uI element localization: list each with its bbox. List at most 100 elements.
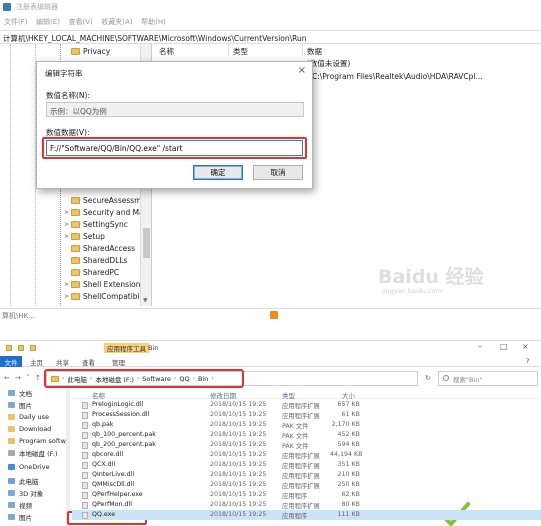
sidebar-item[interactable]: Program softw xyxy=(8,436,66,446)
menu-help[interactable]: 帮助(H) xyxy=(141,17,166,27)
file-type: 应用程序扩展 xyxy=(282,483,320,490)
column-header-type[interactable]: 类型 xyxy=(282,390,295,400)
tree-item-label: SettingSync xyxy=(83,219,128,229)
folder-icon[interactable] xyxy=(18,345,24,351)
file-size: 452 KB xyxy=(337,431,360,438)
folder-icon xyxy=(71,196,80,204)
sidebar-item[interactable]: OneDrive xyxy=(8,462,50,472)
tree-item-setup[interactable]: > Setup xyxy=(64,230,105,242)
close-icon[interactable]: × xyxy=(522,342,529,351)
folder-icon xyxy=(71,244,80,252)
menu-view[interactable]: 查看(V) xyxy=(68,17,92,27)
registry-titlebar: 注册表编辑器 xyxy=(0,0,541,14)
ok-button[interactable]: 确定 xyxy=(193,165,243,180)
sidebar-item[interactable]: 视频 xyxy=(8,500,32,510)
table-row[interactable]: ProcessSession.dll 2018/10/15 19:25 应用程序扩展… xyxy=(72,410,541,420)
file-size: 80 KB xyxy=(341,501,360,508)
ribbon-tab-file[interactable]: 文件 xyxy=(0,356,22,367)
menu-edit[interactable]: 编辑(E) xyxy=(36,17,60,27)
table-row[interactable]: QPerfHelper.exe 2018/10/15 19:25 应用程序 62 KB xyxy=(72,490,541,500)
folder-icon xyxy=(71,47,80,55)
maximize-icon[interactable]: □ xyxy=(500,342,508,351)
registry-address-bar[interactable]: 计算机\HKEY_LOCAL_MACHINE\SOFTWARE\Microsof… xyxy=(0,30,541,44)
table-row[interactable]: QInterLive.dll 2018/10/15 19:25 应用程序扩展 210 … xyxy=(72,470,541,480)
tree-expand-icon[interactable]: > xyxy=(64,293,69,300)
column-header-data[interactable]: 数据 xyxy=(307,46,322,57)
table-row[interactable]: qb_200_percent.pak 2018/10/15 19:25 PAK 文件… xyxy=(72,440,541,450)
sidebar-item[interactable]: 本地磁盘 (F:) xyxy=(8,448,58,458)
table-row[interactable]: QPerfMon.dll 2018/10/15 19:25 应用程序扩展 80 KB xyxy=(72,500,541,510)
tree-item-shareddlls[interactable]: SharedDLLs xyxy=(64,254,127,266)
table-row[interactable]: qb.pak 2018/10/15 19:25 PAK 文件 2,170 KB xyxy=(72,420,541,430)
registry-app-icon xyxy=(3,3,11,11)
file-icon xyxy=(82,472,88,479)
sidebar-item-label: 本地磁盘 (F:) xyxy=(19,450,58,458)
tree-item-shell-extensions[interactable]: > Shell Extensions xyxy=(64,278,144,290)
ribbon-tab-home[interactable]: 主页 xyxy=(30,357,43,367)
sidebar-item[interactable]: 图片 xyxy=(8,400,32,410)
tree-expand-icon[interactable]: > xyxy=(64,221,69,228)
menu-file[interactable]: 文件(F) xyxy=(4,17,28,27)
scroll-down-arrow-icon[interactable]: ▼ xyxy=(143,297,148,304)
table-row[interactable]: QQ.exe 2018/10/15 19:25 应用程序 111 KB xyxy=(72,510,541,520)
ribbon-tab-manage[interactable]: 管理 xyxy=(112,357,125,367)
file-date: 2018/10/15 19:25 xyxy=(210,461,267,468)
table-row[interactable]: PreloginLogic.dll 2018/10/15 19:25 应用程序扩展 6… xyxy=(72,400,541,410)
tree-item-settingsync[interactable]: > SettingSync xyxy=(64,218,128,230)
file-name: qb_200_percent.pak xyxy=(92,441,156,448)
up-arrow-icon[interactable]: ↑ xyxy=(35,374,41,382)
close-icon[interactable]: × xyxy=(298,65,306,76)
file-size: 111 KB xyxy=(337,511,360,518)
table-row[interactable]: qb_100_percent.pak 2018/10/15 19:25 PAK 文件… xyxy=(72,430,541,440)
sidebar-item-label: Download xyxy=(19,425,52,433)
value-data-field[interactable]: F://"Software/QQ/Bin/QQ.exe" /start xyxy=(46,140,303,156)
tree-scrollbar-thumb[interactable] xyxy=(143,228,150,258)
menu-favorites[interactable]: 收藏夹(A) xyxy=(101,17,132,27)
sidebar-item[interactable]: Download xyxy=(8,424,51,434)
refresh-icon[interactable]: ↻ xyxy=(425,374,431,382)
sidebar-scrollbar[interactable] xyxy=(66,389,70,526)
sidebar-item[interactable]: 此电脑 xyxy=(8,476,39,486)
table-row[interactable]: QMMiscDll.dll 2018/10/15 19:25 应用程序扩展 250 K… xyxy=(72,480,541,490)
sidebar-item[interactable]: 文档 xyxy=(8,388,32,398)
search-input[interactable]: 搜索"Bin" xyxy=(438,371,538,386)
registry-values-header: 名称 类型 数据 xyxy=(153,44,541,56)
back-arrow-icon[interactable]: ← xyxy=(4,374,10,382)
tree-item-security-and-maintenance[interactable]: > Security and Ma xyxy=(64,206,144,218)
tree-expand-icon[interactable]: > xyxy=(64,209,69,216)
column-divider[interactable] xyxy=(302,44,303,56)
registry-menubar: 文件(F) 编辑(E) 查看(V) 收藏夹(A) 帮助(H) xyxy=(0,15,541,28)
file-size: 594 KB xyxy=(337,441,360,448)
table-row[interactable]: QCX.dll 2018/10/15 19:25 应用程序扩展 351 KB xyxy=(72,460,541,470)
chevron-down-icon[interactable]: ˅ xyxy=(26,374,30,382)
tree-expand-icon[interactable]: > xyxy=(64,281,69,288)
cancel-button[interactable]: 取消 xyxy=(253,165,303,180)
tree-item-sharedaccess[interactable]: SharedAccess xyxy=(64,242,135,254)
tree-item-secureassessment[interactable]: SecureAssessme xyxy=(64,194,146,206)
registry-window-title: 注册表编辑器 xyxy=(16,3,58,11)
column-header-name[interactable]: 名称 xyxy=(92,390,105,400)
sidebar-item[interactable]: 图片 xyxy=(8,512,32,522)
column-header-date[interactable]: 修改日期 xyxy=(210,390,236,400)
tree-item-privacy[interactable]: Privacy xyxy=(64,45,110,57)
ribbon-tab-view[interactable]: 查看 xyxy=(82,357,95,367)
value-name-field[interactable]: 示例：以QQ为例 xyxy=(46,102,304,117)
ribbon-tab-share[interactable]: 共享 xyxy=(56,357,69,367)
column-header-name[interactable]: 名称 xyxy=(159,46,174,57)
tree-item-shellcompatibility[interactable]: > ShellCompatibili xyxy=(64,290,144,302)
table-row[interactable]: qbcore.dll 2018/10/15 19:25 应用程序扩展 44,194 K… xyxy=(72,450,541,460)
sidebar-item-label: 图片 xyxy=(19,514,32,522)
folder-icon[interactable] xyxy=(30,345,36,351)
sidebar-item[interactable]: Daily use xyxy=(8,412,49,422)
tree-expand-icon[interactable]: > xyxy=(64,233,69,240)
tree-item-label: SharedDLLs xyxy=(83,255,128,265)
column-divider[interactable] xyxy=(228,44,229,56)
help-icon[interactable]: ? xyxy=(526,357,529,365)
sidebar-item[interactable]: 3D 对象 xyxy=(8,488,43,498)
forward-arrow-icon[interactable]: → xyxy=(15,374,21,382)
minimize-icon[interactable]: – xyxy=(478,342,482,351)
column-header-size[interactable]: 大小 xyxy=(342,390,355,400)
column-header-type[interactable]: 类型 xyxy=(233,46,248,57)
context-tab-app-tools[interactable]: 应用程序工具 xyxy=(104,343,149,353)
tree-item-sharedpc[interactable]: SharedPC xyxy=(64,266,119,278)
